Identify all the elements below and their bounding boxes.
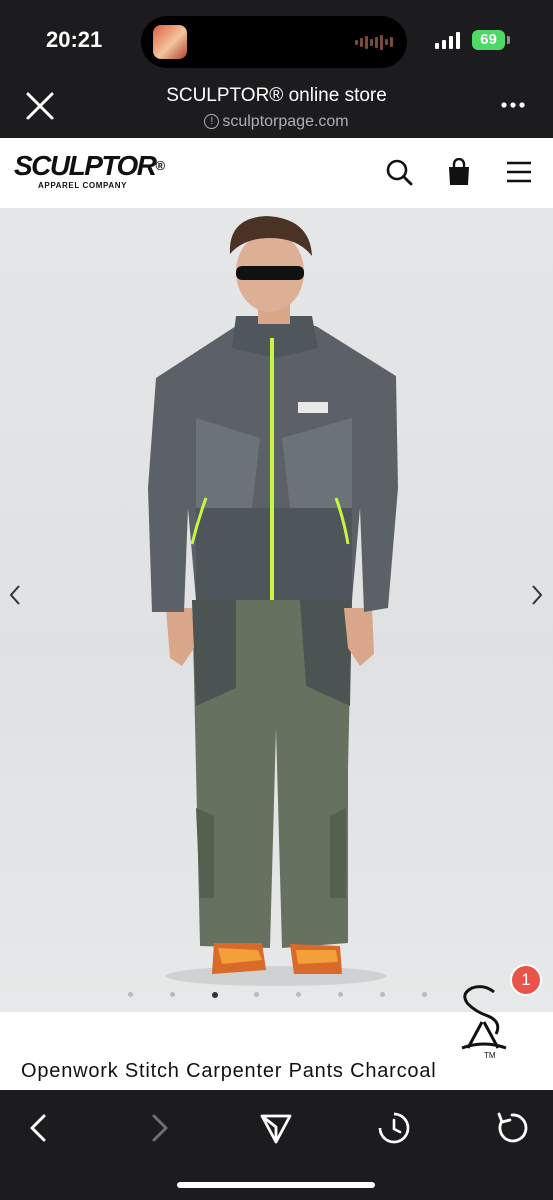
pagination-dot[interactable] xyxy=(170,992,175,997)
pagination-dot[interactable] xyxy=(380,992,385,997)
in-app-browser-bar: SCULPTOR® online store ! sculptorpage.com xyxy=(0,80,553,138)
dynamic-island[interactable] xyxy=(141,16,407,68)
chevron-right-icon[interactable] xyxy=(528,580,546,610)
logo-text: SCULPTOR xyxy=(14,150,157,181)
logo-subtitle: APPAREL COMPANY xyxy=(38,181,128,190)
chest-label xyxy=(298,402,328,413)
history-icon[interactable] xyxy=(376,1110,412,1146)
status-bar: 20:21 69 xyxy=(0,0,553,80)
forward-icon[interactable] xyxy=(140,1110,176,1146)
hamburger-menu-icon[interactable] xyxy=(505,158,533,186)
pagination-dot[interactable] xyxy=(338,992,343,997)
info-icon: ! xyxy=(204,114,220,130)
notification-badge[interactable]: 1 xyxy=(510,964,542,996)
home-indicator[interactable] xyxy=(177,1182,375,1188)
sunglasses xyxy=(236,266,304,280)
brandmark-tm: TM xyxy=(484,1051,496,1060)
page-url[interactable]: ! sculptorpage.com xyxy=(0,113,553,131)
pagination-dot[interactable] xyxy=(254,992,259,997)
hand-left xyxy=(166,608,194,666)
pants-panel-left xyxy=(192,600,236,706)
pagination-dot[interactable] xyxy=(128,992,133,997)
url-text: sculptorpage.com xyxy=(222,113,349,130)
pagination-dot[interactable] xyxy=(296,992,301,997)
floor-shadow xyxy=(166,966,386,986)
audio-waveform-icon xyxy=(355,34,393,50)
chevron-left-icon[interactable] xyxy=(6,580,24,610)
battery-tip xyxy=(507,36,510,44)
battery-level: 69 xyxy=(480,31,497,48)
reload-icon[interactable] xyxy=(494,1110,530,1146)
now-playing-artwork xyxy=(153,25,187,59)
pagination-dot[interactable] xyxy=(422,992,427,997)
battery-indicator: 69 xyxy=(472,30,505,50)
brand-logo[interactable]: SCULPTOR® APPAREL COMPANY xyxy=(14,150,166,191)
search-icon[interactable] xyxy=(385,158,413,186)
status-time: 20:21 xyxy=(46,27,103,52)
share-icon[interactable] xyxy=(258,1110,294,1146)
cellular-signal-icon xyxy=(435,32,460,49)
shopping-bag-icon[interactable] xyxy=(445,158,473,186)
product-title: Openwork Stitch Carpenter Pants Charcoal xyxy=(21,1060,437,1082)
logo-registered-mark: ® xyxy=(155,158,166,173)
shoe-right-accent xyxy=(296,950,338,964)
site-header: SCULPTOR® APPAREL COMPANY xyxy=(0,138,553,208)
page-title: SCULPTOR® online store xyxy=(166,85,387,106)
pagination-dot-active[interactable] xyxy=(212,991,218,998)
pants-cargo-right xyxy=(330,808,346,898)
product-photo xyxy=(148,216,398,986)
product-image-carousel[interactable] xyxy=(0,208,553,1012)
more-horizontal-icon[interactable] xyxy=(500,100,526,110)
brand-emblem[interactable]: TM xyxy=(448,982,518,1060)
back-icon[interactable] xyxy=(22,1110,58,1146)
